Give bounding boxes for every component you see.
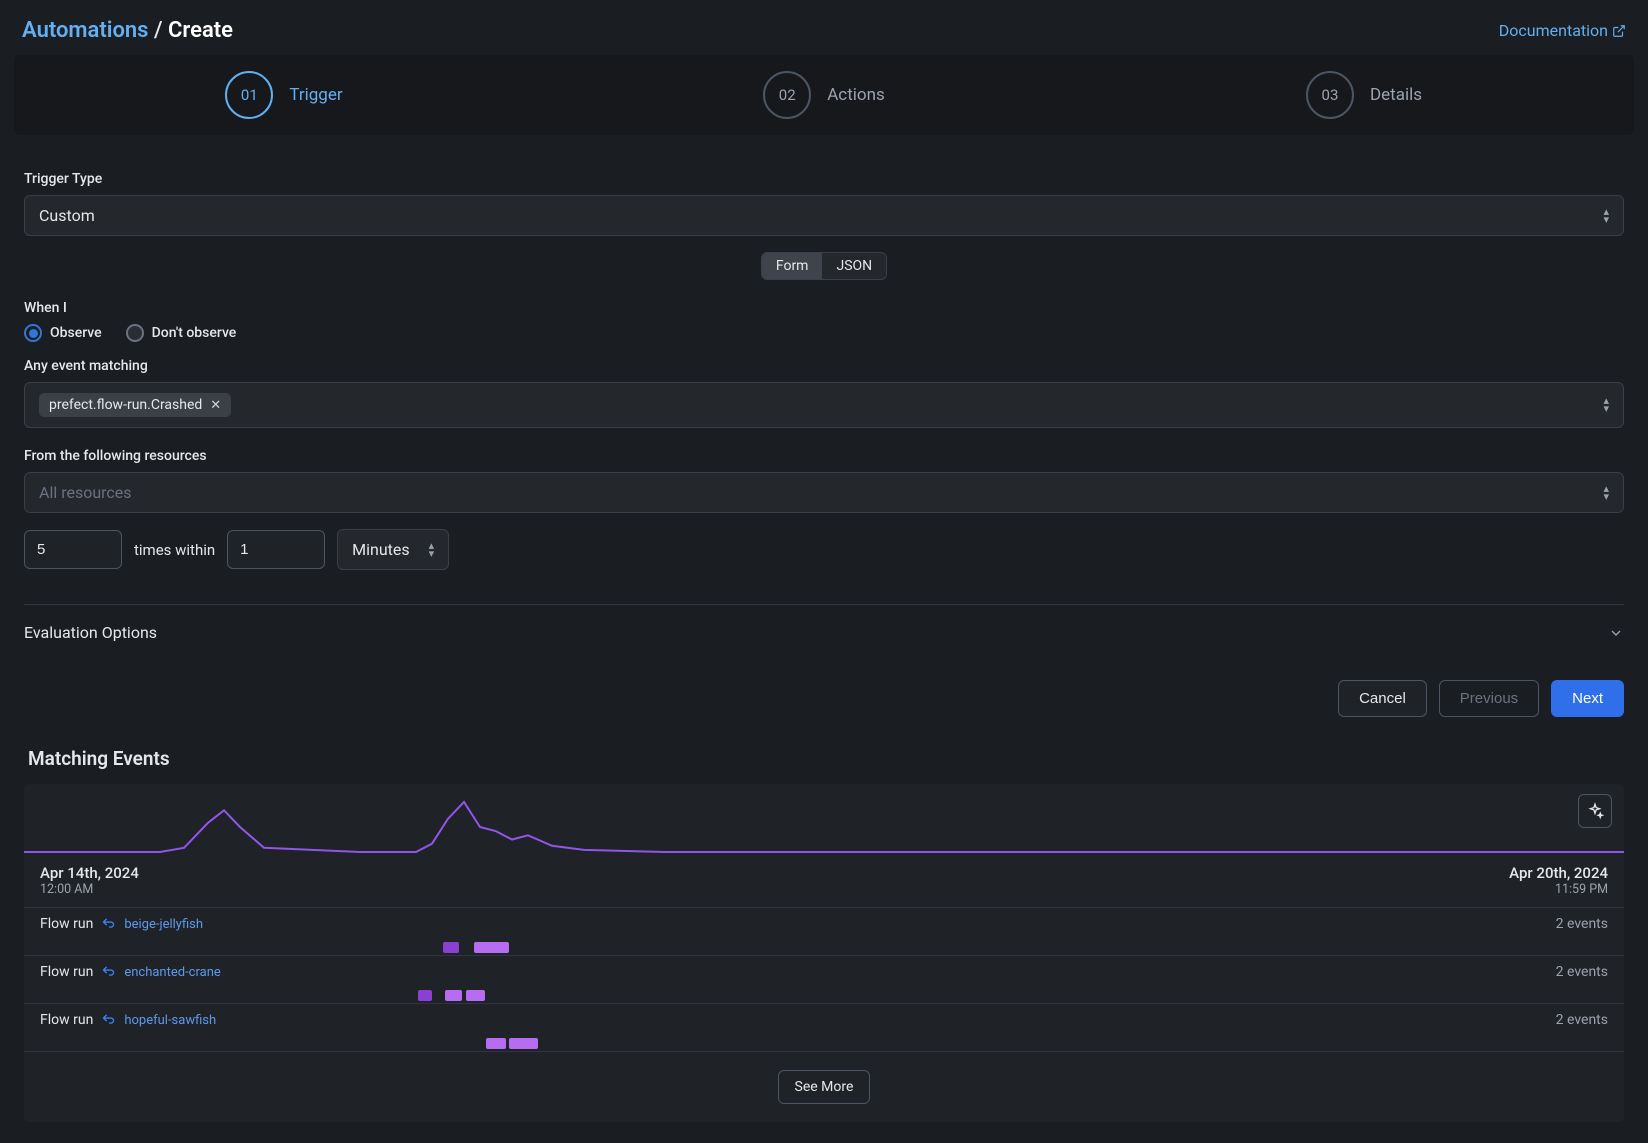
event-block[interactable]: [418, 990, 432, 1001]
step-label: Trigger: [289, 85, 342, 105]
step-trigger[interactable]: 01 Trigger: [14, 71, 554, 119]
event-row: Flow run enchanted-crane 2 events: [24, 955, 1624, 1003]
chevron-down-icon: [1608, 625, 1624, 641]
when-label: When I: [24, 300, 1624, 316]
event-kind: Flow run: [40, 916, 93, 932]
event-chip-label: prefect.flow-run.Crashed: [49, 397, 202, 413]
cancel-button[interactable]: Cancel: [1338, 680, 1427, 717]
times-input[interactable]: [24, 530, 122, 569]
breadcrumb-current: Create: [168, 18, 233, 43]
breadcrumb: Automations / Create: [22, 18, 233, 43]
times-within-label: times within: [134, 541, 215, 559]
select-chevrons-icon: ▴▾: [429, 542, 435, 558]
resources-select[interactable]: All resources ▴▾: [24, 472, 1624, 513]
end-date: Apr 20th, 2024: [1509, 864, 1608, 882]
event-track: [24, 941, 1624, 953]
observe-radio-group: Observe Don't observe: [24, 324, 1624, 342]
step-number: 03: [1306, 71, 1354, 119]
see-more-button[interactable]: See More: [778, 1070, 871, 1104]
select-chevrons-icon: ▴▾: [1603, 208, 1609, 224]
event-block[interactable]: [509, 1038, 538, 1049]
breadcrumb-parent[interactable]: Automations: [22, 18, 149, 43]
evaluation-options-toggle[interactable]: Evaluation Options: [24, 605, 1624, 660]
end-date-col: Apr 20th, 2024 11:59 PM: [1509, 864, 1608, 897]
see-more-row: See More: [24, 1051, 1624, 1104]
flow-run-link[interactable]: hopeful-sawfish: [124, 1013, 216, 1028]
observe-option[interactable]: Observe: [24, 324, 102, 342]
evaluation-options-label: Evaluation Options: [24, 623, 157, 642]
event-count: 2 events: [1556, 1012, 1608, 1028]
step-label: Details: [1370, 85, 1422, 105]
flow-run-icon: [101, 965, 116, 980]
event-track: [24, 1037, 1624, 1049]
event-count: 2 events: [1556, 916, 1608, 932]
chip-remove-icon[interactable]: ✕: [210, 398, 221, 413]
external-link-icon: [1612, 24, 1626, 38]
page-header: Automations / Create Documentation: [10, 10, 1638, 55]
event-block[interactable]: [486, 1038, 505, 1049]
event-row: Flow run hopeful-sawfish 2 events: [24, 1003, 1624, 1051]
matching-events-title: Matching Events: [28, 747, 1624, 770]
event-block[interactable]: [445, 990, 463, 1001]
flow-run-icon: [101, 917, 116, 932]
step-details[interactable]: 03 Details: [1094, 71, 1634, 119]
documentation-link[interactable]: Documentation: [1499, 21, 1626, 40]
flow-run-link[interactable]: beige-jellyfish: [124, 917, 203, 932]
matching-events-panel: Apr 14th, 2024 12:00 AM Apr 20th, 2024 1…: [24, 784, 1624, 1122]
event-chip: prefect.flow-run.Crashed ✕: [39, 393, 231, 417]
event-track: [24, 989, 1624, 1001]
wizard-buttons: Cancel Previous Next: [24, 680, 1624, 717]
select-chevrons-icon: ▴▾: [1603, 485, 1609, 501]
trigger-form: Trigger Type Custom ▴▾ Form JSON When I …: [10, 135, 1638, 1132]
observe-label: Observe: [50, 325, 102, 341]
start-date: Apr 14th, 2024: [40, 864, 139, 882]
resources-label: From the following resources: [24, 448, 1624, 464]
trigger-type-label: Trigger Type: [24, 171, 1624, 187]
toggle-json[interactable]: JSON: [822, 253, 886, 279]
resources-placeholder: All resources: [39, 483, 132, 502]
trigger-type-value: Custom: [39, 206, 95, 225]
radio-checked-icon: [24, 324, 42, 342]
event-row: Flow run beige-jellyfish 2 events: [24, 907, 1624, 955]
step-number: 02: [763, 71, 811, 119]
timeline-dates: Apr 14th, 2024 12:00 AM Apr 20th, 2024 1…: [24, 860, 1624, 907]
flow-run-icon: [101, 1013, 116, 1028]
event-kind: Flow run: [40, 964, 93, 980]
event-block[interactable]: [466, 990, 485, 1001]
event-sparkline: [24, 798, 1624, 854]
wizard-steps: 01 Trigger 02 Actions 03 Details: [14, 55, 1634, 135]
sparkline-svg: [24, 798, 1624, 854]
trigger-type-select[interactable]: Custom ▴▾: [24, 195, 1624, 236]
dont-observe-option[interactable]: Don't observe: [126, 324, 237, 342]
flow-run-link[interactable]: enchanted-crane: [124, 965, 220, 980]
breadcrumb-sep: /: [154, 18, 163, 43]
form-json-toggle: Form JSON: [761, 252, 887, 280]
radio-unchecked-icon: [126, 324, 144, 342]
event-block[interactable]: [474, 942, 509, 953]
select-chevrons-icon: ▴▾: [1603, 397, 1609, 413]
within-input[interactable]: [227, 530, 325, 569]
event-count: 2 events: [1556, 964, 1608, 980]
end-time: 11:59 PM: [1509, 882, 1608, 897]
dont-observe-label: Don't observe: [152, 325, 237, 341]
step-actions[interactable]: 02 Actions: [554, 71, 1094, 119]
threshold-row: times within Minutes ▴▾: [24, 529, 1624, 570]
documentation-label: Documentation: [1499, 21, 1608, 40]
event-block[interactable]: [443, 942, 459, 953]
next-button[interactable]: Next: [1551, 680, 1624, 717]
event-kind: Flow run: [40, 1012, 93, 1028]
start-date-col: Apr 14th, 2024 12:00 AM: [40, 864, 139, 897]
any-event-label: Any event matching: [24, 358, 1624, 374]
step-number: 01: [225, 71, 273, 119]
previous-button[interactable]: Previous: [1439, 680, 1539, 717]
event-matching-select[interactable]: prefect.flow-run.Crashed ✕ ▴▾: [24, 382, 1624, 428]
start-time: 12:00 AM: [40, 882, 139, 897]
unit-value: Minutes: [352, 540, 410, 559]
step-label: Actions: [827, 85, 885, 105]
toggle-form[interactable]: Form: [762, 253, 823, 279]
unit-select[interactable]: Minutes ▴▾: [337, 529, 449, 570]
